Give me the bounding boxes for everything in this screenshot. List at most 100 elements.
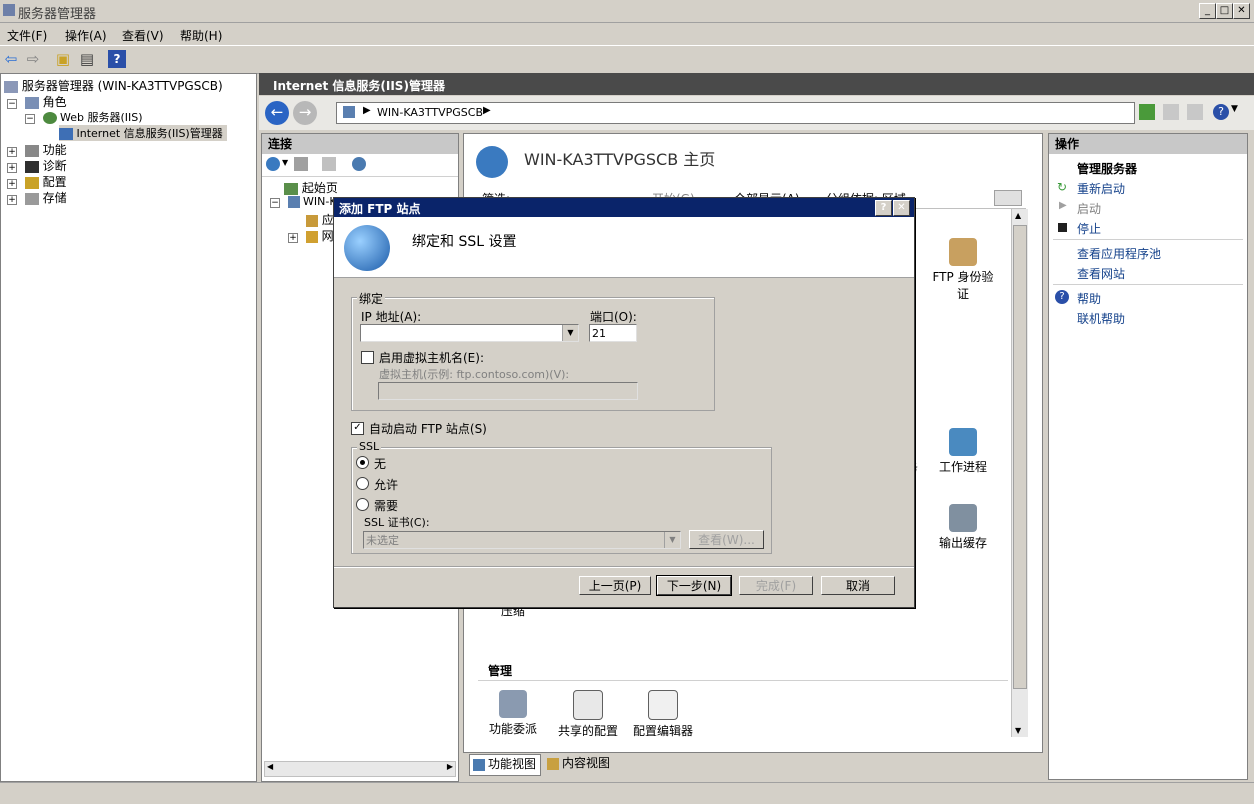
action-view-app-pools[interactable]: 查看应用程序池 (1077, 245, 1161, 262)
ip-address-dropdown[interactable]: ▼ (360, 324, 579, 342)
scroll-right-icon[interactable]: ▶ (447, 762, 453, 771)
menu-view[interactable]: 查看(V) (122, 27, 164, 44)
ssl-require-label: 需要 (374, 499, 399, 513)
tree-item-roles[interactable]: − 角色 (7, 93, 67, 110)
expand-icon[interactable]: + (7, 179, 17, 189)
help-icon[interactable]: ? (1213, 104, 1229, 120)
dialog-title: 添加 FTP 站点 (339, 202, 421, 216)
config-icon (24, 176, 39, 189)
view-mode-icon[interactable] (994, 190, 1022, 206)
feature-ftp-auth[interactable]: FTP 身份验证 (928, 238, 998, 302)
back-arrow-icon[interactable]: ⇦ (2, 50, 20, 68)
action-online-help[interactable]: 联机帮助 (1077, 310, 1125, 327)
action-start[interactable]: 启动 (1077, 200, 1101, 217)
chevron-down-icon[interactable]: ▼ (664, 532, 680, 548)
dialog-close-button[interactable]: ✕ (893, 200, 910, 216)
breadcrumb-server[interactable]: WIN-KA3TTVPGSCB (377, 106, 483, 119)
chevron-down-icon[interactable]: ▼ (562, 325, 578, 341)
tab-feature-view[interactable]: 功能视图 (469, 754, 541, 776)
stop-icon[interactable] (1163, 104, 1179, 120)
expand-icon[interactable]: + (7, 147, 17, 157)
nav-forward-icon[interactable]: → (293, 101, 317, 125)
feature-view-icon (473, 758, 485, 771)
expand-icon[interactable]: + (7, 195, 17, 205)
collapse-icon[interactable]: − (270, 198, 280, 208)
back-button[interactable]: 上一页(P) (579, 576, 651, 595)
help-dropdown-icon[interactable]: ▼ (1231, 104, 1238, 114)
finish-button[interactable]: 完成(F) (739, 576, 813, 595)
feature-delegation[interactable]: 功能委派 (478, 690, 548, 737)
up-folder-icon[interactable]: ▣ (54, 50, 72, 68)
work-process-icon (949, 428, 977, 456)
collapse-icon[interactable]: − (7, 99, 17, 109)
up-icon[interactable] (322, 157, 336, 171)
tree-item-config[interactable]: + 配置 (7, 173, 67, 190)
port-input[interactable]: 21 (589, 324, 637, 342)
home-icon[interactable] (1187, 104, 1203, 120)
feature-work-process[interactable]: 工作进程 (928, 428, 998, 475)
action-restart[interactable]: 重新启动 (1077, 180, 1125, 197)
feature-output-cache[interactable]: 输出缓存 (928, 504, 998, 551)
scroll-down-icon[interactable]: ▼ (1015, 726, 1021, 735)
expand-icon[interactable]: + (7, 163, 17, 173)
tab-content-view[interactable]: 内容视图 (544, 754, 624, 774)
minimize-button[interactable]: _ (1199, 3, 1216, 19)
server-globe-icon (476, 146, 508, 178)
conn-server[interactable]: − WIN-K (270, 195, 337, 208)
nav-back-icon[interactable]: ← (265, 101, 289, 125)
action-stop[interactable]: 停止 (1077, 220, 1101, 237)
menu-file[interactable]: 文件(F) (7, 27, 47, 44)
actions-title: 操作 (1049, 134, 1247, 154)
feature-shared-config[interactable]: 共享的配置 (553, 690, 623, 739)
app-pool-icon (306, 214, 318, 227)
tree-item-storage[interactable]: + 存储 (7, 189, 67, 206)
refresh-icon[interactable] (1139, 104, 1155, 120)
disconnect-icon[interactable] (352, 157, 366, 171)
vhost-input[interactable] (378, 382, 638, 400)
scroll-thumb[interactable] (1013, 225, 1027, 689)
actions-pane: 操作 管理服务器 ↻ 重新启动 ▶ 启动 停止 查看应用程序池 查看网站 ? 帮… (1048, 133, 1248, 780)
feature-config-editor[interactable]: 配置编辑器 (628, 690, 698, 739)
tree-root[interactable]: 服务器管理器 (WIN-KA3TTVPGSCB) (4, 77, 223, 94)
ssl-require-radio[interactable] (356, 498, 369, 511)
shared-config-icon (573, 690, 603, 720)
action-help[interactable]: 帮助 (1077, 290, 1101, 307)
scroll-up-icon[interactable]: ▲ (1015, 211, 1021, 220)
conn-sites[interactable]: + 网 (288, 227, 334, 244)
help-icon[interactable]: ? (108, 50, 126, 68)
autostart-checkbox[interactable]: ✓ (351, 422, 364, 435)
save-icon[interactable] (294, 157, 308, 171)
connect-icon[interactable] (266, 157, 280, 171)
manage-section-title: 管理 (488, 664, 513, 678)
ssl-allow-radio[interactable] (356, 477, 369, 490)
action-view-sites[interactable]: 查看网站 (1077, 265, 1125, 282)
tree-item-iis-manager[interactable]: Internet 信息服务(IIS)管理器 (59, 125, 227, 141)
next-button[interactable]: 下一步(N) (656, 575, 732, 596)
restart-icon: ↻ (1057, 180, 1068, 194)
tree-item-web-server[interactable]: − Web 服务器(IIS) (25, 109, 143, 125)
home-vscrollbar[interactable]: ▲ ▼ (1011, 209, 1028, 737)
expand-icon[interactable]: + (288, 233, 298, 243)
tree-item-features[interactable]: + 功能 (7, 141, 67, 158)
forward-arrow-icon[interactable]: ⇨ (24, 50, 42, 68)
cancel-button[interactable]: 取消 (821, 576, 895, 595)
maximize-button[interactable]: □ (1216, 3, 1233, 19)
address-breadcrumb[interactable]: ▶ WIN-KA3TTVPGSCB ▶ (336, 102, 1135, 124)
menu-help[interactable]: 帮助(H) (180, 27, 222, 44)
conn-app-pools[interactable]: 应 (306, 211, 334, 228)
connect-dropdown-icon[interactable]: ▼ (282, 158, 288, 167)
close-button[interactable]: ✕ (1233, 3, 1250, 19)
menu-action[interactable]: 操作(A) (65, 27, 107, 44)
vhost-checkbox[interactable] (361, 351, 374, 364)
view-cert-button[interactable]: 查看(W)... (689, 530, 764, 549)
scroll-left-icon[interactable]: ◀ (267, 762, 273, 771)
add-ftp-site-dialog: 添加 FTP 站点 ? ✕ 绑定和 SSL 设置 绑定 IP 地址(A): ▼ … (333, 197, 915, 608)
connections-hscrollbar[interactable]: ◀ ▶ (264, 761, 456, 777)
ssl-cert-dropdown[interactable]: 未选定 ▼ (363, 531, 681, 549)
dialog-help-button[interactable]: ? (875, 200, 892, 216)
show-hide-console-icon[interactable]: ▤ (78, 50, 96, 68)
ssl-none-radio[interactable] (356, 456, 369, 469)
conn-start-page[interactable]: 起始页 (284, 179, 338, 196)
collapse-icon[interactable]: − (25, 114, 35, 124)
tree-item-diagnostics[interactable]: + 诊断 (7, 157, 67, 174)
